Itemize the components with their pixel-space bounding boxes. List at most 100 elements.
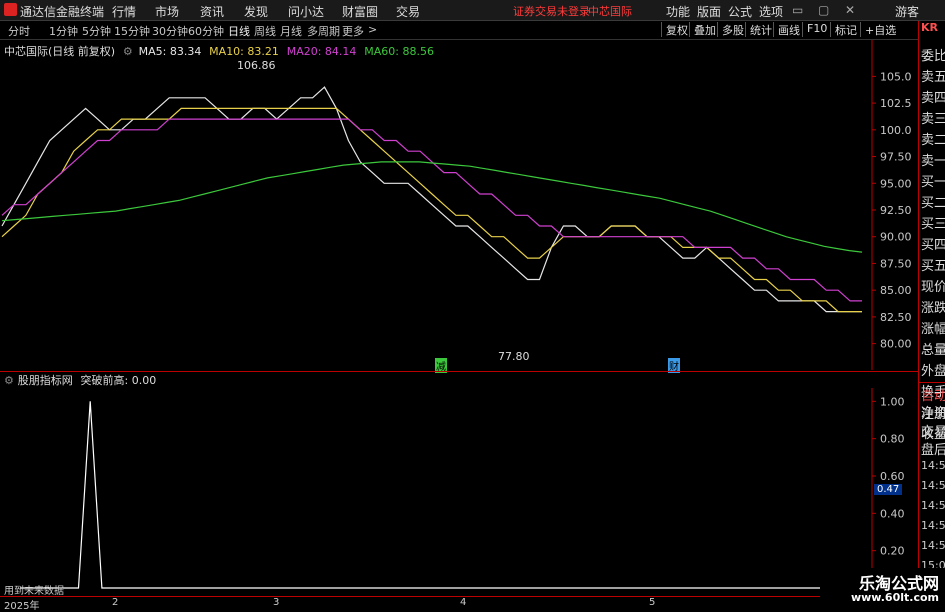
side-header: KR	[921, 21, 938, 34]
side-item-buy1[interactable]: 买一	[921, 171, 945, 190]
y-tick-label: 0.80	[880, 433, 905, 446]
menu-item-market[interactable]: 市场	[155, 3, 179, 20]
y-tick-label: 100.0	[880, 124, 912, 137]
menu-item-trade[interactable]: 交易	[396, 3, 420, 20]
menu-item-layout[interactable]: 版面	[697, 3, 721, 20]
tab-timeshare[interactable]: 分时	[8, 23, 30, 39]
sub-chart-value: 突破前高: 0.00	[80, 374, 157, 387]
side-item-change: 涨跌	[921, 301, 945, 316]
current-value-tag: 0.47	[874, 484, 903, 495]
settings-icon[interactable]: ⚙	[4, 374, 14, 387]
draw-line-button[interactable]: 画线	[773, 22, 800, 37]
overlay-button[interactable]: 叠加	[689, 22, 716, 37]
login-warning[interactable]: 证券交易未登录	[513, 3, 590, 19]
side-item-sell5[interactable]: 卖五	[921, 66, 945, 85]
side-auto[interactable]: 自动	[921, 385, 945, 404]
menu-item-options[interactable]: 选项	[759, 3, 783, 20]
tab-monthly[interactable]: 月线	[280, 23, 302, 39]
side-trade[interactable]: 交易	[921, 421, 945, 440]
add-favorite-button[interactable]: +自选	[860, 22, 896, 37]
mark-button[interactable]: 标记	[830, 22, 857, 37]
indicator-chart[interactable]: 1.00 0.80 0.60 0.40 0.20	[0, 388, 918, 595]
tab-daily[interactable]: 日线	[228, 23, 250, 39]
menu-item-discover[interactable]: 发现	[244, 3, 268, 20]
adjust-button[interactable]: 复权	[661, 22, 688, 37]
tab-more[interactable]: 更多	[342, 23, 364, 39]
future-data-note: 用到未来数据	[4, 586, 64, 597]
series-line-突破前高	[20, 401, 862, 589]
low-price-label: 77.80	[498, 350, 530, 363]
y-tick-label: 0.60	[880, 470, 905, 483]
tab-15min[interactable]: 15分钟	[114, 23, 150, 39]
menu-item-formula[interactable]: 公式	[728, 3, 752, 20]
settings-icon[interactable]: ⚙	[123, 45, 133, 58]
x-label-feb: 2	[112, 597, 119, 608]
y-tick-label: 0.40	[880, 507, 905, 520]
ma60-label: MA60: 88.56	[364, 45, 434, 58]
user-guest[interactable]: 游客	[895, 3, 919, 20]
series-line-ma20	[1, 118, 862, 302]
close-icon[interactable]: ✕	[845, 3, 855, 17]
multi-stock-button[interactable]: 多股	[717, 22, 744, 37]
minimize-icon[interactable]: ▭	[792, 3, 803, 17]
sub-chart-title: 股朋指标网	[17, 374, 73, 387]
menu-item-wealth[interactable]: 财富圈	[342, 3, 378, 20]
app-title: 通达信金融终端	[20, 5, 105, 19]
f10-button[interactable]: F10	[802, 22, 827, 37]
menu-item-ask[interactable]: 问小达	[288, 3, 324, 20]
y-tick-label: 105.0	[880, 70, 912, 83]
y-tick-label: 80.00	[880, 338, 912, 351]
time-axis: 2025年 2 3 4 5	[0, 596, 918, 612]
watermark: 乐淘公式网 www.60lt.com	[820, 568, 945, 609]
side-item-buy2[interactable]: 买二	[921, 192, 945, 211]
side-time-2: 14:56	[921, 479, 945, 492]
side-time-4: 14:56	[921, 519, 945, 532]
menu-item-quotes[interactable]: 行情	[112, 3, 136, 20]
y-tick-label: 1.00	[880, 395, 905, 408]
menu-item-news[interactable]: 资讯	[200, 3, 224, 20]
side-divider	[919, 382, 945, 383]
y-tick-label: 92.50	[880, 204, 912, 217]
tab-1min[interactable]: 1分钟	[49, 23, 78, 39]
side-item-buy3[interactable]: 买三	[921, 213, 945, 232]
tab-30min[interactable]: 30分钟	[152, 23, 188, 39]
x-label-mar: 3	[273, 597, 280, 608]
side-time-3: 14:56	[921, 499, 945, 512]
tab-multi-period[interactable]: 多周期	[307, 23, 340, 39]
tab-weekly[interactable]: 周线	[254, 23, 276, 39]
x-label-2025: 2025年	[4, 601, 40, 612]
sub-chart-header: ⚙ 股朋指标网 突破前高: 0.00	[0, 372, 156, 388]
y-tick-label: 87.50	[880, 257, 912, 270]
side-register[interactable]: 注册	[921, 403, 945, 422]
tab-60min[interactable]: 60分钟	[188, 23, 224, 39]
side-item-outer: 外盘	[921, 364, 945, 379]
tab-5min[interactable]: 5分钟	[82, 23, 111, 39]
series-line-ma5	[1, 86, 862, 313]
side-item-sell3[interactable]: 卖三	[921, 108, 945, 127]
ma5-label: MA5: 83.34	[138, 45, 202, 58]
ma20-label: MA20: 84.14	[286, 45, 357, 58]
menu-item-function[interactable]: 功能	[666, 3, 690, 20]
side-item-change-pct: 涨幅	[921, 322, 945, 337]
quote-side-panel[interactable]: KR 委比 卖五 卖四 卖三 卖二 卖一 买一 买二 买三 买四 买五 现价 涨…	[918, 21, 945, 609]
x-label-may: 5	[649, 597, 656, 608]
side-time-1: 14:56	[921, 459, 945, 472]
indicator-chart-svg[interactable]: 1.00 0.80 0.60 0.40 0.20	[0, 388, 918, 595]
restore-icon[interactable]: ▢	[818, 3, 829, 17]
y-tick-label: 0.20	[880, 545, 905, 558]
side-item-sell2[interactable]: 卖二	[921, 129, 945, 148]
more-arrow-icon[interactable]: >	[368, 23, 377, 36]
side-after-hours[interactable]: 盘后	[921, 439, 945, 458]
kline-chart[interactable]: 105.0 102.5 100.0 97.50 95.00 92.50 90.00 87.50…	[0, 40, 918, 370]
y-tick-label: 97.50	[880, 151, 912, 164]
side-item-buy5[interactable]: 买五	[921, 255, 945, 274]
side-item-weibi: 委比	[921, 49, 945, 64]
side-item-buy4[interactable]: 买四	[921, 234, 945, 253]
y-tick-label: 82.50	[880, 311, 912, 324]
side-item-sell4[interactable]: 卖四	[921, 87, 945, 106]
side-item-sell1[interactable]: 卖一	[921, 150, 945, 169]
kline-chart-svg[interactable]: 105.0 102.5 100.0 97.50 95.00 92.50 90.00 87.50…	[0, 40, 918, 370]
high-price-label: 106.86	[237, 59, 276, 72]
menu-bar: 通达信金融终端 行情 市场 资讯 发现 问小达 财富圈 交易 证券交易未登录 中…	[0, 0, 945, 21]
statistics-button[interactable]: 统计	[745, 22, 772, 37]
